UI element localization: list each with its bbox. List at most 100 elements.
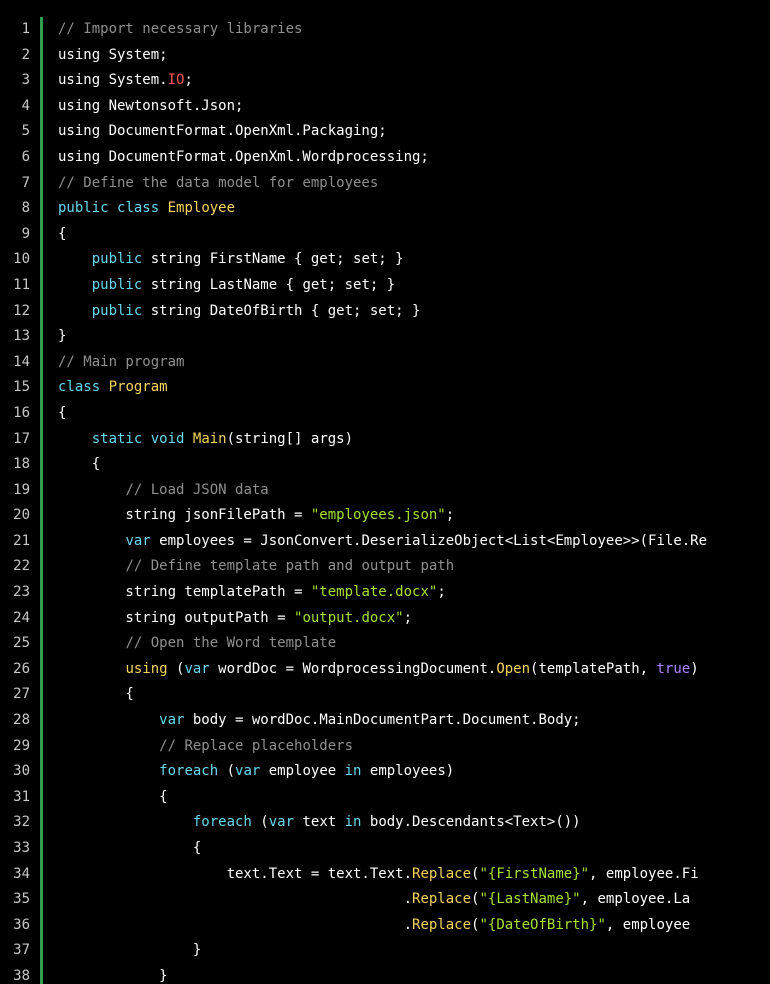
code-line: { <box>58 785 770 811</box>
code-token: ; <box>445 507 455 524</box>
code-token: , employee <box>605 916 691 933</box>
line-number: 28 <box>13 712 30 729</box>
code-line: // Define template path and output path <box>58 554 770 580</box>
code-token: foreach <box>159 763 219 780</box>
code-token: ) <box>690 660 699 677</box>
line-number: 17 <box>13 430 30 447</box>
line-number: 27 <box>13 686 30 703</box>
code-token: text.Text = text.Text. <box>58 865 413 882</box>
line-number: 30 <box>13 763 30 780</box>
line-number: 21 <box>13 532 30 549</box>
code-token: // Define template path and output path <box>125 558 455 575</box>
code-line: { <box>58 682 770 708</box>
code-token: // Replace placeholders <box>159 737 354 754</box>
code-token: ( <box>167 660 185 677</box>
code-token: using DocumentFormat.OpenXml.Packaging; <box>58 123 387 140</box>
code-block[interactable]: // Import necessary libraries using Syste… <box>58 17 770 984</box>
code-token: // Main program <box>58 353 185 370</box>
gutter-divider <box>40 17 43 984</box>
code-token: employee <box>260 763 345 780</box>
code-token: string jsonFilePath = <box>58 507 311 524</box>
code-line: { <box>58 401 770 427</box>
code-token: string LastName { get; set; } <box>142 276 396 293</box>
code-token: { <box>58 686 134 703</box>
code-token: Replace <box>412 891 472 908</box>
line-number: 1 <box>21 21 30 37</box>
code-token: ; <box>403 609 413 626</box>
code-token: { <box>58 404 67 421</box>
code-token: ; <box>184 72 193 89</box>
code-token: "output.docx" <box>294 609 404 626</box>
line-number: 15 <box>13 379 30 396</box>
code-line: string outputPath = "output.docx"; <box>58 606 770 632</box>
code-line: using System.IO; <box>58 68 770 94</box>
code-token: // Load JSON data <box>125 481 269 498</box>
code-token: } <box>58 967 168 984</box>
code-line: // Load JSON data <box>58 478 770 504</box>
line-number: 9 <box>21 225 30 242</box>
code-line: public string DateOfBirth { get; set; } <box>58 299 770 325</box>
code-token: ( <box>218 763 236 780</box>
code-token: Main <box>192 430 227 447</box>
code-token: "{LastName}" <box>479 891 581 908</box>
line-number: 5 <box>21 123 30 140</box>
code-token: var <box>235 763 261 780</box>
line-number: 14 <box>13 353 30 370</box>
code-line: public string LastName { get; set; } <box>58 273 770 299</box>
code-token: { <box>58 456 101 473</box>
code-token: true <box>656 660 691 677</box>
code-token: static <box>91 430 143 447</box>
code-line: string jsonFilePath = "employees.json"; <box>58 503 770 529</box>
code-token: } <box>58 942 202 959</box>
code-line: } <box>58 324 770 350</box>
line-number: 26 <box>13 660 30 677</box>
code-line: using DocumentFormat.OpenXml.Wordprocess… <box>58 145 770 171</box>
code-token: using <box>125 660 168 677</box>
code-line: var body = wordDoc.MainDocumentPart.Docu… <box>58 708 770 734</box>
line-number: 19 <box>13 481 30 498</box>
code-line: foreach (var employee in employees) <box>58 759 770 785</box>
code-viewer: 1 2 3 4 5 6 7 8 9 10 11 12 13 14 15 16 17 18 19 20 21 22 23 24 2… <box>0 0 770 984</box>
code-token: "template.docx" <box>310 584 438 601</box>
code-token: using System. <box>58 72 168 89</box>
code-token: in <box>344 814 362 831</box>
code-line: using (var wordDoc = WordprocessingDocum… <box>58 657 770 683</box>
code-line: using System; <box>58 43 770 69</box>
code-line: { <box>58 222 770 248</box>
line-number: 12 <box>13 302 30 319</box>
line-number: 11 <box>13 276 30 293</box>
code-line: text.Text = text.Text.Replace("{FirstNam… <box>58 862 770 888</box>
code-token: using Newtonsoft.Json; <box>58 97 244 114</box>
code-token: Program <box>108 379 168 396</box>
code-line: string templatePath = "template.docx"; <box>58 580 770 606</box>
line-number: 3 <box>21 72 30 89</box>
code-token: Employee <box>167 200 236 217</box>
code-line: // Open the Word template <box>58 631 770 657</box>
code-line: static void Main(string[] args) <box>58 427 770 453</box>
line-number: 35 <box>13 891 30 908</box>
line-number: 29 <box>13 737 30 754</box>
code-token: // Import necessary libraries <box>58 21 303 37</box>
code-token: foreach <box>192 814 252 831</box>
code-token: var <box>159 712 185 729</box>
code-token: "{FirstName}" <box>479 865 590 882</box>
code-token: // Define the data model for employees <box>58 174 379 191</box>
code-token: ( <box>251 814 269 831</box>
line-number: 25 <box>13 635 30 652</box>
code-token: public <box>91 276 143 293</box>
code-line: // Define the data model for employees <box>58 171 770 197</box>
code-token: string DateOfBirth { get; set; } <box>142 302 421 319</box>
line-number: 20 <box>13 507 30 524</box>
code-token: employees) <box>361 763 455 780</box>
code-token: // Open the Word template <box>125 635 337 652</box>
code-token: "{DateOfBirth}" <box>479 916 606 933</box>
code-token: in <box>344 763 362 780</box>
